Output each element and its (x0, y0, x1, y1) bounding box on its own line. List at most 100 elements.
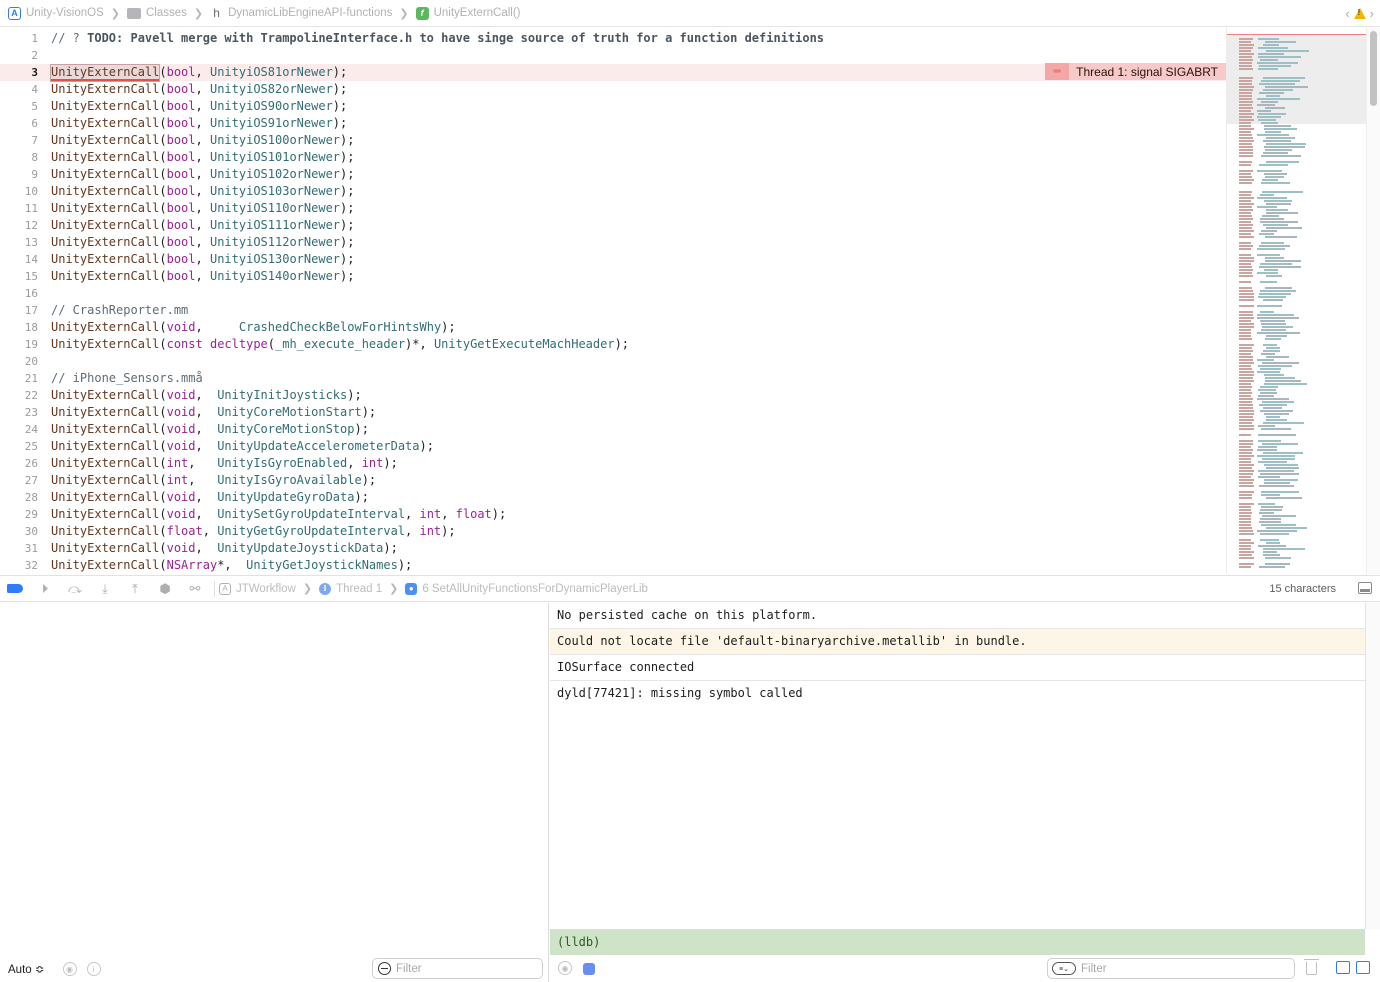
code-line[interactable]: 32 UnityExternCall(NSArray*, UnityGetJoys… (0, 557, 1226, 574)
line-number[interactable]: 17 (0, 302, 38, 319)
code-line[interactable]: 29 UnityExternCall(void, UnitySetGyroUpda… (0, 506, 1226, 523)
code-line[interactable]: 19 UnityExternCall(const decltype(_mh_exe… (0, 336, 1226, 353)
code-line[interactable]: 4 UnityExternCall(bool, UnityiOS82orNewer… (0, 81, 1226, 98)
line-number[interactable]: 24 (0, 421, 38, 438)
code-line[interactable]: 18 UnityExternCall(void, CrashedCheckBelo… (0, 319, 1226, 336)
step-out-icon[interactable]: ⤒ (120, 576, 150, 602)
line-number[interactable]: 3 (0, 64, 38, 81)
console-view[interactable]: No persisted cache on this platform. Cou… (550, 603, 1380, 982)
code-line[interactable]: 21 // iPhone_Sensors.mmå (0, 370, 1226, 387)
view-hierarchy-icon[interactable]: ⬢ (150, 576, 180, 602)
line-number[interactable]: 12 (0, 217, 38, 234)
code-line[interactable]: 31 UnityExternCall(void, UnityUpdateJoyst… (0, 540, 1226, 557)
line-number[interactable]: 1 (0, 30, 38, 47)
output-toggle-icon[interactable] (583, 963, 595, 975)
source-editor[interactable]: 1 // ? TODO: Pavell merge with Trampoline… (0, 28, 1226, 574)
line-number[interactable]: 13 (0, 234, 38, 251)
code-line[interactable]: 27 UnityExternCall(int, UnityIsGyroAvaila… (0, 472, 1226, 489)
variables-view[interactable]: Auto ≎ ◉ i (0, 603, 549, 982)
debug-breadcrumb-frame[interactable]: ● 6 SetAllUnityFunctionsForDynamicPlayer… (405, 582, 648, 595)
line-number[interactable]: 31 (0, 540, 38, 557)
code-line[interactable]: 7 UnityExternCall(bool, UnityiOS100orNewe… (0, 132, 1226, 149)
code-line[interactable]: 10 UnityExternCall(bool, UnityiOS103orNew… (0, 183, 1226, 200)
toggle-debug-area-icon[interactable] (1358, 582, 1372, 594)
code-line[interactable]: 5 UnityExternCall(bool, UnityiOS90orNewer… (0, 98, 1226, 115)
line-number[interactable]: 29 (0, 506, 38, 523)
warning-icon[interactable] (1353, 8, 1366, 19)
code-line[interactable]: 8 UnityExternCall(bool, UnityiOS101orNewe… (0, 149, 1226, 166)
filter-options-icon[interactable]: ≡⌄ (1052, 962, 1076, 975)
line-number[interactable]: 14 (0, 251, 38, 268)
line-number[interactable]: 30 (0, 523, 38, 540)
code-line[interactable]: 12 UnityExternCall(bool, UnityiOS111orNew… (0, 217, 1226, 234)
scrollbar-thumb[interactable] (1370, 31, 1377, 106)
code-line[interactable]: 9 UnityExternCall(bool, UnityiOS102orNewe… (0, 166, 1226, 183)
variables-scope-select[interactable]: Auto ≎ (8, 962, 45, 976)
line-number[interactable]: 4 (0, 81, 38, 98)
line-number[interactable]: 28 (0, 489, 38, 506)
line-number[interactable]: 15 (0, 268, 38, 285)
line-number[interactable]: 11 (0, 200, 38, 217)
chevron-right-icon[interactable]: › (1370, 6, 1374, 21)
code-line[interactable]: 16 (0, 285, 1226, 302)
trash-icon[interactable] (1304, 959, 1319, 975)
editor-scrollbar[interactable] (1366, 28, 1380, 574)
eye-icon[interactable]: ◉ (62, 962, 77, 976)
variables-filter[interactable] (372, 958, 543, 979)
code-line[interactable]: 14 UnityExternCall(bool, UnityiOS130orNew… (0, 251, 1226, 268)
line-number[interactable]: 32 (0, 557, 38, 574)
code-line[interactable]: 15 UnityExternCall(bool, UnityiOS140orNew… (0, 268, 1226, 285)
console-scrollbar[interactable] (1365, 603, 1380, 929)
code-line[interactable]: 6 UnityExternCall(bool, UnityiOS91orNewer… (0, 115, 1226, 132)
line-number[interactable]: 16 (0, 285, 38, 302)
line-number[interactable]: 8 (0, 149, 38, 166)
breadcrumb-file[interactable]: h DynamicLibEngineAPI-functions (210, 6, 392, 20)
breadcrumb-symbol[interactable]: f UnityExternCall() (415, 6, 521, 20)
line-number[interactable]: 23 (0, 404, 38, 421)
code-line[interactable]: 1 // ? TODO: Pavell merge with Trampoline… (0, 30, 1226, 47)
line-number[interactable]: 18 (0, 319, 38, 336)
breadcrumb-project[interactable]: A Unity-VisionOS (8, 6, 104, 20)
line-number[interactable]: 7 (0, 132, 38, 149)
line-number[interactable]: 5 (0, 98, 38, 115)
variables-filter-input[interactable] (396, 962, 536, 975)
lldb-prompt[interactable]: (lldb) (550, 929, 1365, 955)
code-line[interactable]: 25 UnityExternCall(void, UnityUpdateAccel… (0, 438, 1226, 455)
show-console-icon[interactable] (1356, 961, 1370, 974)
debug-breadcrumb-app[interactable]: A JTWorkflow (219, 582, 296, 595)
info-icon[interactable]: i (86, 962, 101, 976)
code-line[interactable]: 2 (0, 47, 1226, 64)
breadcrumb-folder[interactable]: Classes (126, 7, 187, 19)
console-filter[interactable]: ≡⌄ (1047, 958, 1295, 979)
code-line[interactable]: 24 UnityExternCall(void, UnityCoreMotionS… (0, 421, 1226, 438)
code-line[interactable]: 26 UnityExternCall(int, UnityIsGyroEnable… (0, 455, 1226, 472)
code-line[interactable]: 23 UnityExternCall(void, UnityCoreMotionS… (0, 404, 1226, 421)
minimap[interactable] (1226, 28, 1366, 574)
line-number[interactable]: 26 (0, 455, 38, 472)
error-annotation[interactable]: ═ Thread 1: signal SIGABRT (1045, 63, 1226, 80)
continue-icon[interactable]: ⏵ (30, 576, 60, 602)
breakpoints-toggle-icon[interactable] (0, 576, 30, 602)
show-variables-icon[interactable] (1336, 961, 1350, 974)
step-into-icon[interactable]: ⤓ (90, 576, 120, 602)
code-line[interactable]: 17 // CrashReporter.mm (0, 302, 1226, 319)
code-line[interactable]: 20 (0, 353, 1226, 370)
console-filter-input[interactable] (1081, 962, 1221, 975)
debug-breadcrumb-thread[interactable]: ‖ Thread 1 (319, 582, 382, 595)
eye-icon[interactable]: ◉ (558, 961, 572, 975)
code-line[interactable]: 11 UnityExternCall(bool, UnityiOS110orNew… (0, 200, 1226, 217)
line-number[interactable]: 6 (0, 115, 38, 132)
line-number[interactable]: 9 (0, 166, 38, 183)
line-number[interactable]: 19 (0, 336, 38, 353)
code-line[interactable]: 28 UnityExternCall(void, UnityUpdateGyroD… (0, 489, 1226, 506)
line-number[interactable]: 21 (0, 370, 38, 387)
code-line[interactable]: 13 UnityExternCall(bool, UnityiOS112orNew… (0, 234, 1226, 251)
memory-graph-icon[interactable]: ⚯ (180, 576, 210, 602)
line-number[interactable]: 2 (0, 47, 38, 64)
line-number[interactable]: 10 (0, 183, 38, 200)
code-line-error[interactable]: 3 UnityExternCall(bool, UnityiOS81orNewer… (0, 64, 1226, 82)
line-number[interactable]: 27 (0, 472, 38, 489)
line-number[interactable]: 20 (0, 353, 38, 370)
step-over-icon[interactable]: ⤼ (60, 576, 90, 602)
line-number[interactable]: 25 (0, 438, 38, 455)
